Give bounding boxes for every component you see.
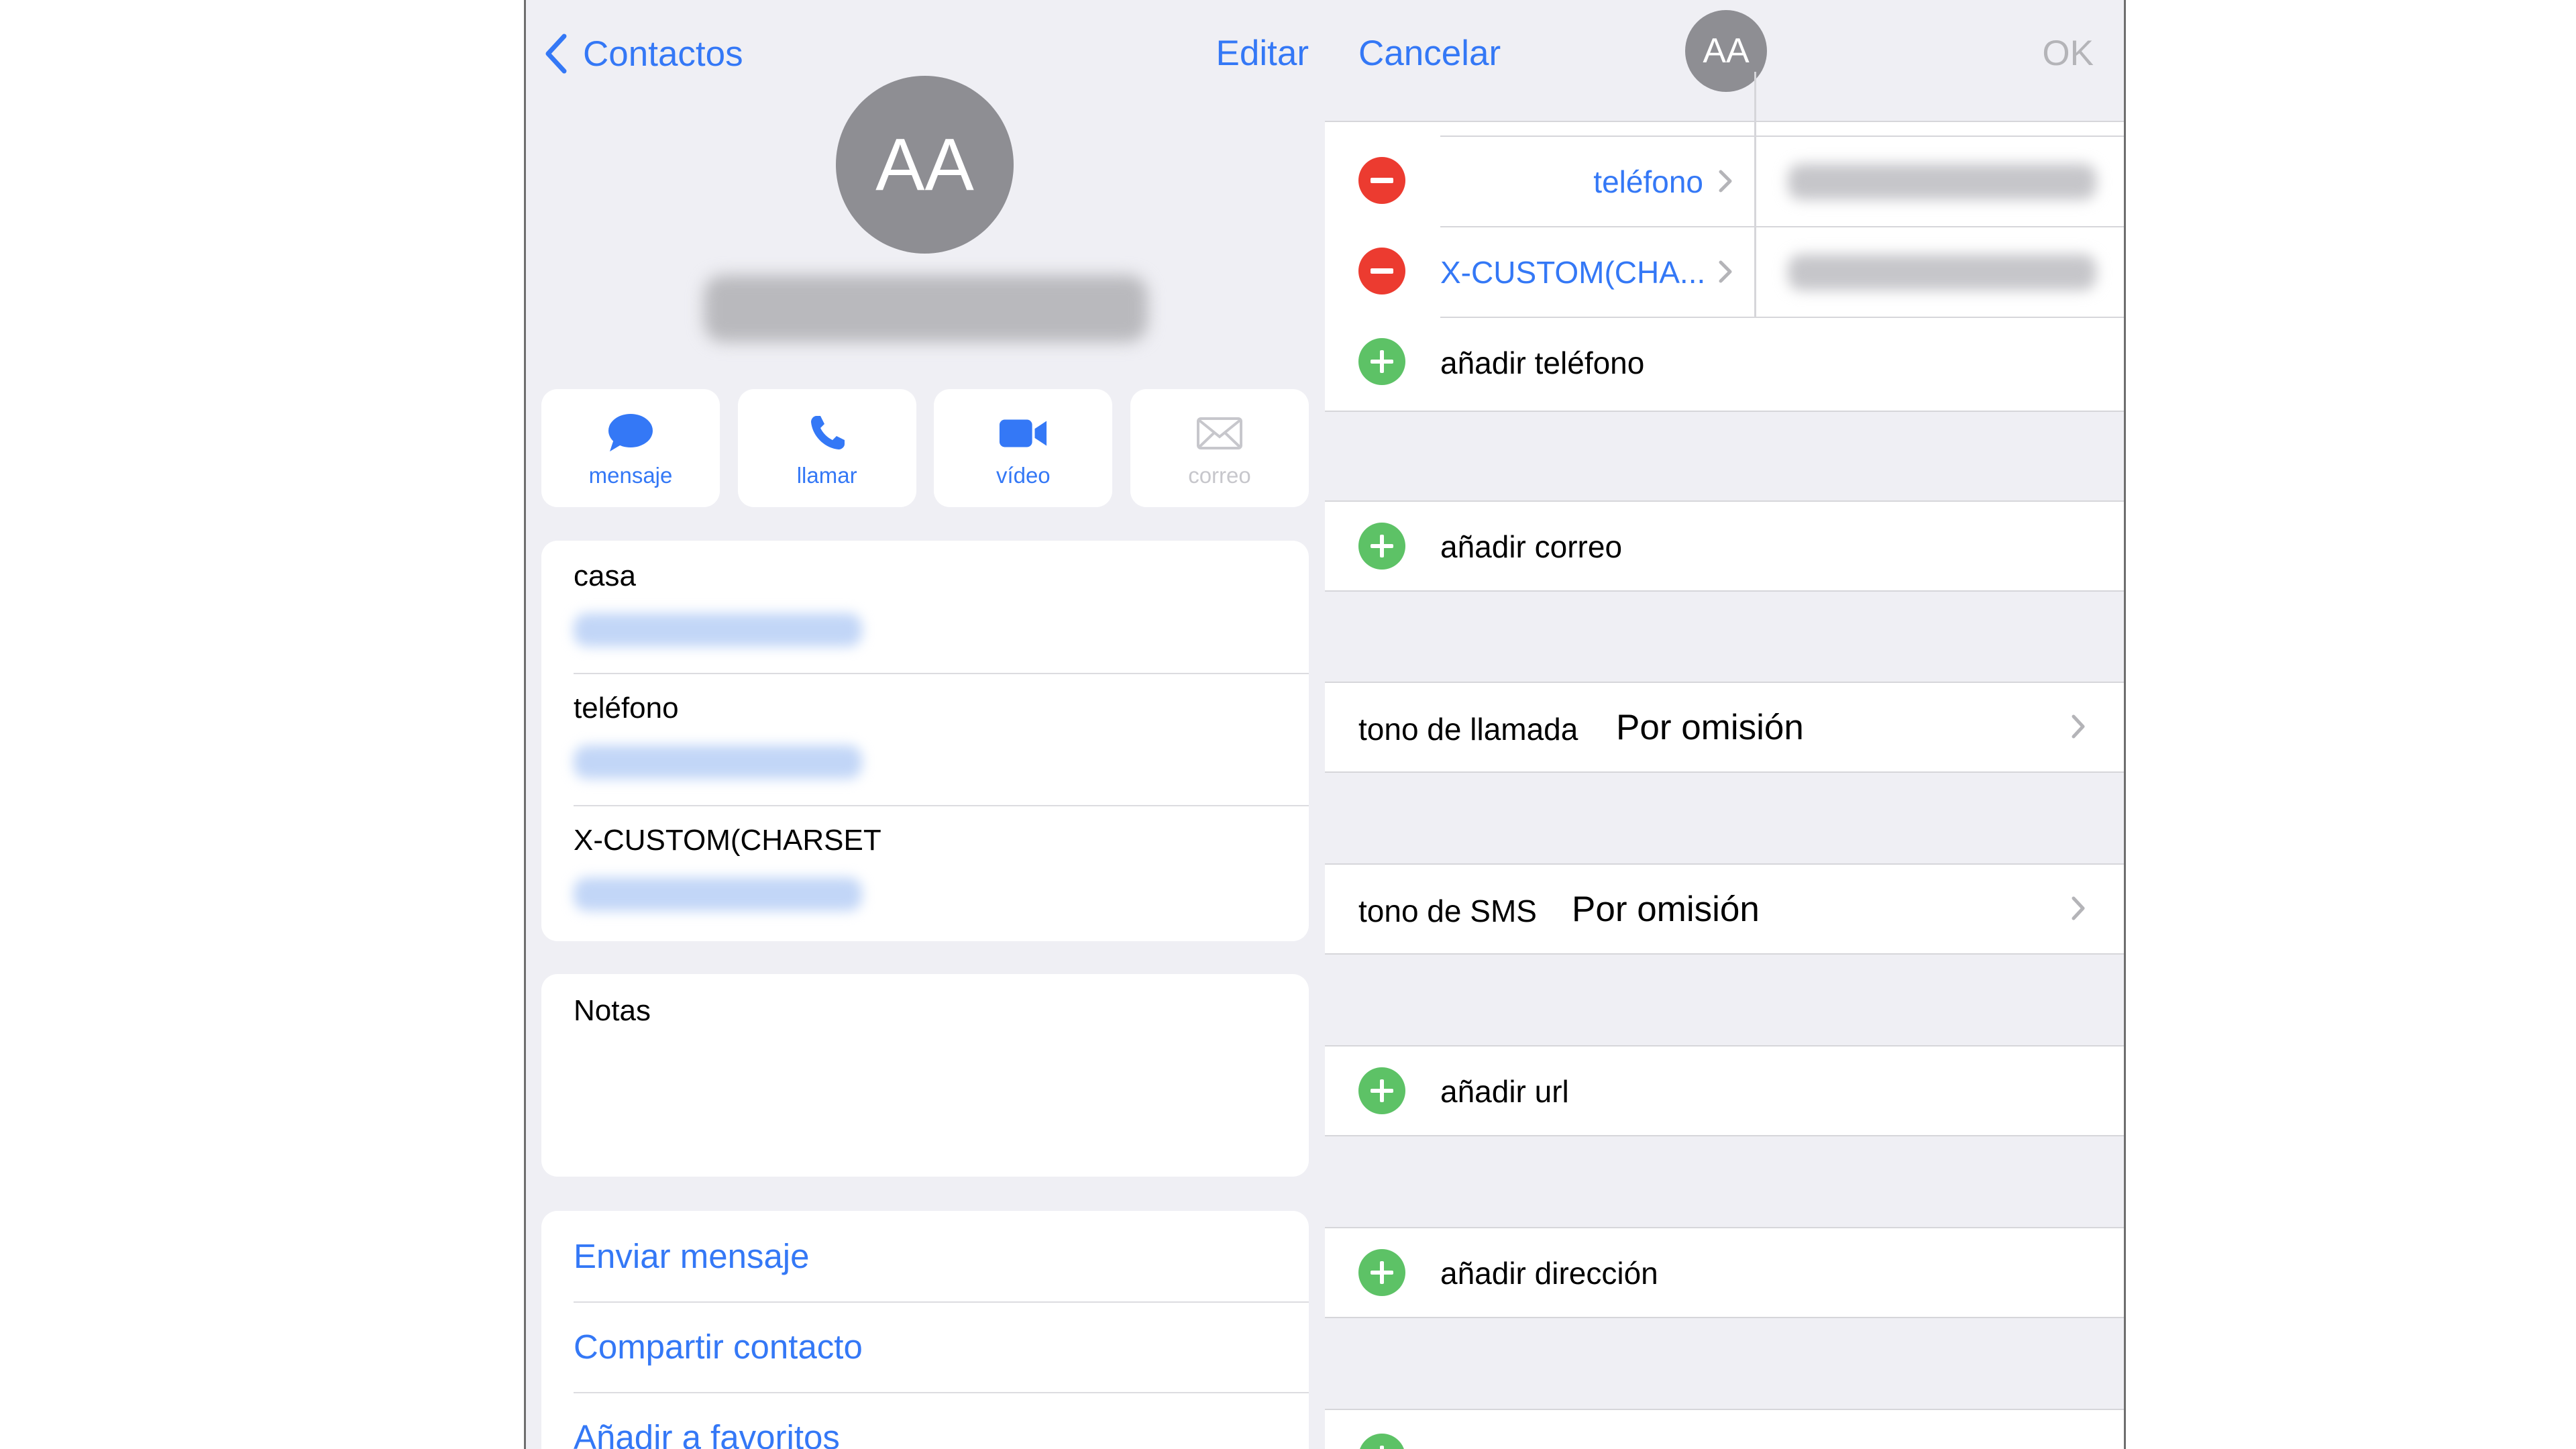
add-url-row[interactable]: añadir url	[1325, 1045, 2126, 1136]
video-icon	[998, 412, 1048, 455]
add-address-row[interactable]: añadir dirección	[1325, 1227, 2126, 1318]
add-address-icon[interactable]	[1358, 1249, 1405, 1296]
ringtone-row[interactable]: tono de llamada Por omisión	[1325, 682, 2126, 773]
chevron-right-icon	[1719, 260, 1732, 283]
add-address-label: añadir dirección	[1440, 1256, 1658, 1291]
phone-entry[interactable]: X-CUSTOM(CHARSET	[541, 805, 1309, 937]
screenshot-frame: Contactos Editar AA mensaje llamar vídeo…	[524, 0, 2126, 1449]
contact-detail-panel: Contactos Editar AA mensaje llamar vídeo…	[524, 0, 1325, 1449]
add-phone-row[interactable]: añadir teléfono	[1325, 317, 2126, 407]
edit-button[interactable]: Editar	[1216, 25, 1309, 82]
text-tone-value: Por omisión	[1572, 890, 1760, 929]
phone-entry[interactable]: teléfono	[541, 673, 1309, 805]
share-contact-row[interactable]: Compartir contacto	[541, 1301, 1309, 1392]
call-button[interactable]: llamar	[737, 389, 916, 507]
phone-entry[interactable]: casa	[541, 541, 1309, 673]
contact-actions-card: Enviar mensaje Compartir contacto Añadir…	[541, 1211, 1309, 1449]
call-label: llamar	[796, 463, 857, 488]
add-url-label: añadir url	[1440, 1074, 1569, 1109]
next-field-row-partial[interactable]	[1325, 1409, 2126, 1449]
contact-name-blurred	[704, 275, 1148, 342]
add-field-icon[interactable]	[1358, 1434, 1405, 1449]
remove-phone-button[interactable]	[1358, 157, 1405, 204]
phone-type-selector[interactable]: X-CUSTOM(CHA...	[1440, 254, 1705, 290]
phone-icon	[802, 412, 852, 455]
phone-fields-group: teléfono X-CUSTOM(CHA... añadir teléfono	[1325, 72, 2126, 412]
mail-label: correo	[1188, 463, 1251, 488]
add-url-icon[interactable]	[1358, 1067, 1405, 1114]
add-email-icon[interactable]	[1358, 523, 1405, 570]
mail-icon	[1195, 412, 1244, 455]
back-label: Contactos	[583, 34, 743, 74]
notes-label: Notas	[574, 994, 651, 1027]
chevron-right-icon	[2072, 896, 2085, 920]
notes-card[interactable]: Notas	[541, 974, 1309, 1177]
add-email-row[interactable]: añadir correo	[1325, 500, 2126, 592]
avatar: AA	[836, 76, 1014, 254]
frame-border-right	[2124, 0, 2126, 1449]
mail-button[interactable]: correo	[1130, 389, 1309, 507]
message-icon	[606, 412, 655, 455]
field-divider	[1754, 136, 1756, 226]
send-message-row[interactable]: Enviar mensaje	[541, 1211, 1309, 1301]
video-label: vídeo	[996, 463, 1051, 488]
add-email-label: añadir correo	[1440, 529, 1623, 564]
add-phone-label: añadir teléfono	[1440, 345, 1645, 380]
phone-type-selector[interactable]: teléfono	[1593, 164, 1703, 200]
send-message-link[interactable]: Enviar mensaje	[574, 1236, 810, 1276]
field-divider	[1754, 226, 1756, 317]
share-contact-link[interactable]: Compartir contacto	[574, 1327, 863, 1366]
phone-numbers-card: casa teléfono X-CUSTOM(CHARSET	[541, 541, 1309, 941]
phone-type-label: casa	[574, 559, 636, 592]
add-to-favorites-row[interactable]: Añadir a favoritos	[541, 1392, 1309, 1449]
ringtone-label: tono de llamada	[1358, 712, 1578, 747]
remove-phone-button[interactable]	[1358, 248, 1405, 294]
add-to-favorites-link[interactable]: Añadir a favoritos	[574, 1417, 840, 1449]
phone-field-row: X-CUSTOM(CHA...	[1325, 226, 2126, 317]
frame-border-left	[524, 0, 526, 1449]
text-tone-label: tono de SMS	[1358, 894, 1537, 928]
avatar-initials: AA	[875, 123, 974, 206]
phone-number-blurred	[574, 613, 862, 647]
avatar-initials: AA	[1703, 32, 1750, 70]
phone-number-field-blurred[interactable]	[1788, 254, 2096, 290]
chevron-left-icon	[545, 34, 567, 74]
edit-contact-panel: Cancelar AA OK teléfono X-CUSTOM(CHA... …	[1325, 0, 2126, 1449]
phone-number-blurred	[574, 745, 862, 779]
ringtone-value: Por omisión	[1616, 708, 1804, 747]
video-button[interactable]: vídeo	[934, 389, 1113, 507]
message-label: mensaje	[588, 463, 673, 488]
text-tone-row[interactable]: tono de SMS Por omisión	[1325, 863, 2126, 955]
phone-type-label: X-CUSTOM(CHARSET	[574, 824, 881, 857]
quick-actions: mensaje llamar vídeo correo	[541, 389, 1309, 507]
phone-number-field-blurred[interactable]	[1788, 164, 2096, 200]
phone-field-row: teléfono	[1325, 136, 2126, 226]
add-phone-icon[interactable]	[1358, 338, 1405, 385]
phone-type-label: teléfono	[574, 692, 679, 724]
phone-number-blurred	[574, 877, 862, 911]
chevron-right-icon	[1719, 170, 1732, 193]
chevron-right-icon	[2072, 714, 2085, 739]
back-to-contacts-button[interactable]: Contactos	[543, 25, 743, 82]
message-button[interactable]: mensaje	[541, 389, 720, 507]
